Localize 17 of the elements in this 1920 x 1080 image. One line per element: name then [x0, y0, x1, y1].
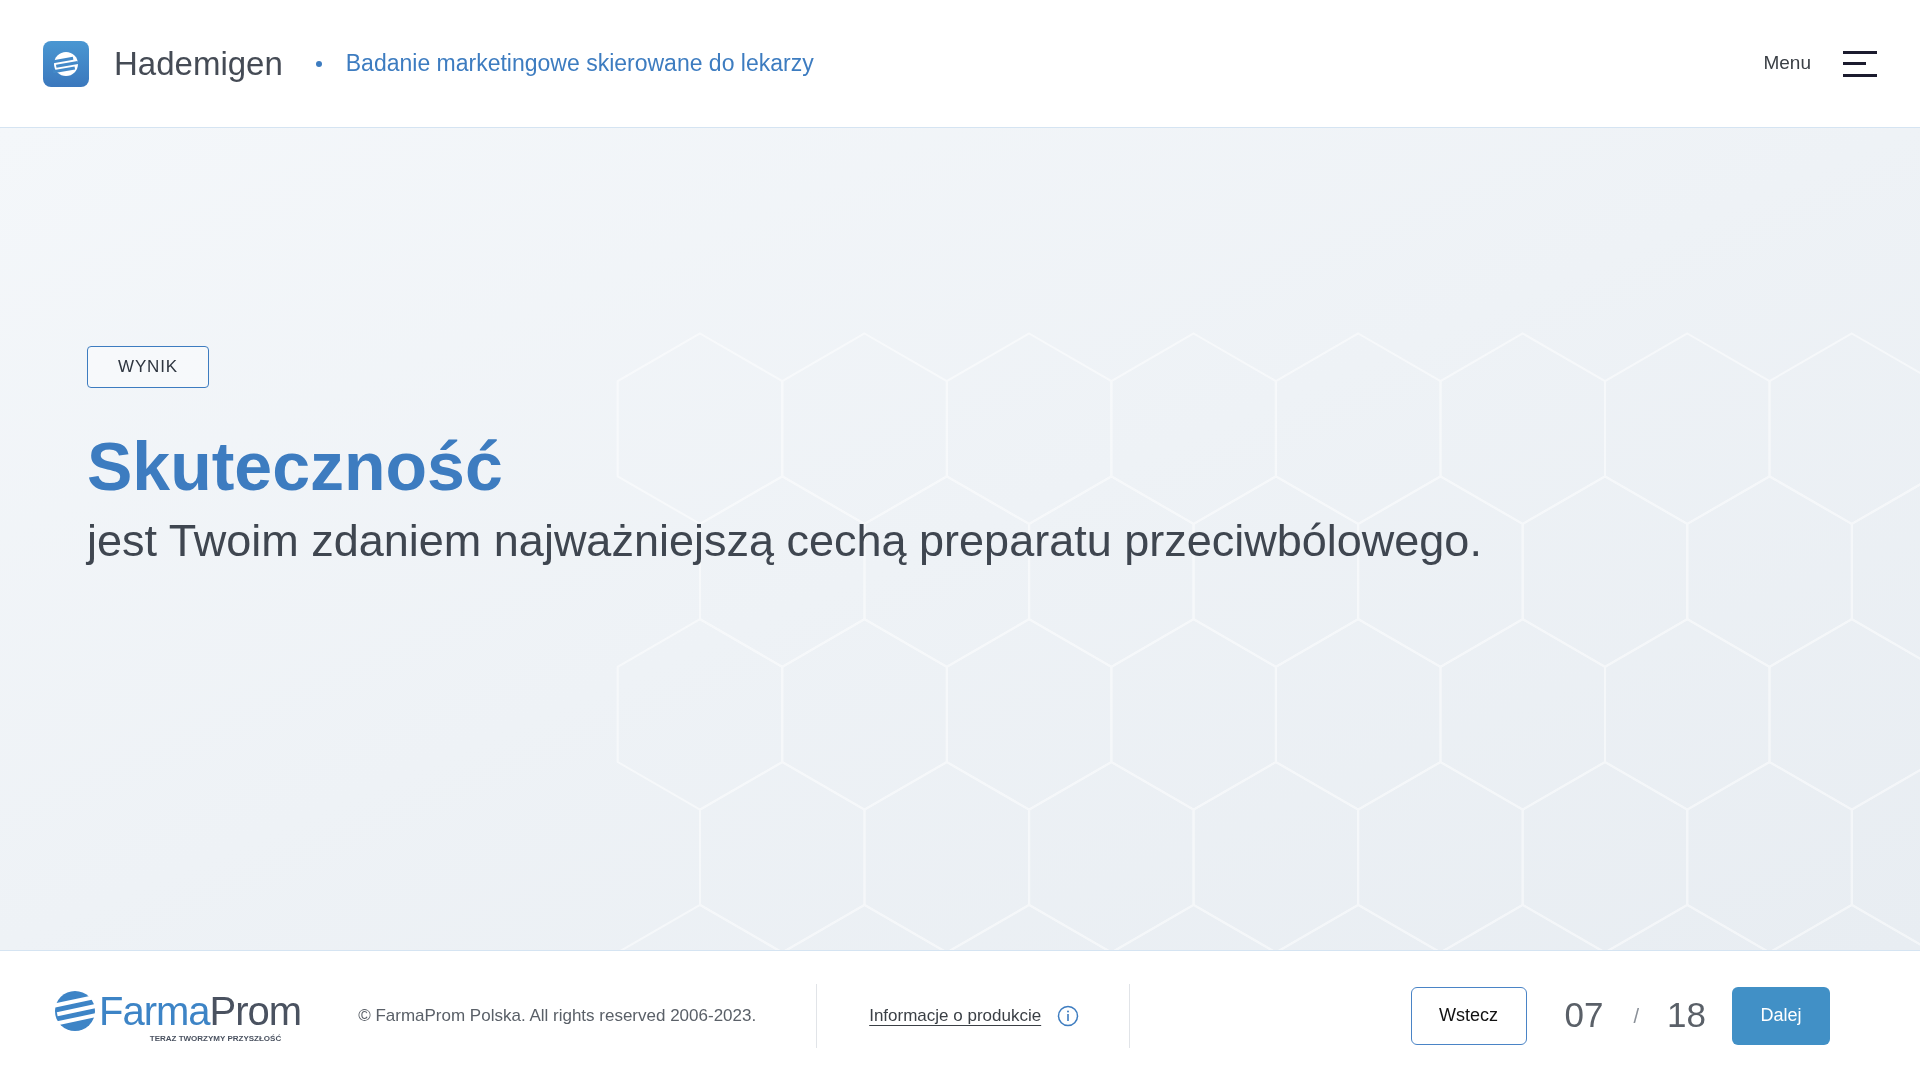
current-page-number: 07: [1564, 994, 1604, 1037]
info-icon[interactable]: [1057, 1004, 1080, 1027]
back-button[interactable]: Wstecz: [1410, 986, 1527, 1045]
total-pages-number: 18: [1667, 994, 1706, 1037]
menu-button[interactable]: Menu: [1763, 49, 1877, 78]
copyright-text: © FarmaProm Polska. All rights reserved 2006-2023.: [358, 1004, 757, 1027]
app-title: Hademigen: [114, 43, 283, 84]
result-statement: jest Twoim zdaniem najważniejszą cechą preparatu przeciwbólowego.: [87, 513, 1482, 568]
bullet-icon: [315, 60, 322, 67]
survey-subtitle: Badanie marketingowe skierowane do lekarzy: [345, 49, 814, 79]
menu-icon: [1843, 50, 1877, 77]
app-logo-icon: [43, 40, 89, 87]
farmaprom-logo: FarmaProm TERAZ TWORZYMY PRZYSZŁOŚĆ: [53, 986, 302, 1045]
result-heading: Skuteczność: [87, 426, 503, 506]
result-badge: WYNIK: [87, 346, 209, 388]
product-info-link[interactable]: Informacje o produkcie: [869, 1002, 1042, 1029]
page-separator: /: [1633, 1003, 1640, 1029]
